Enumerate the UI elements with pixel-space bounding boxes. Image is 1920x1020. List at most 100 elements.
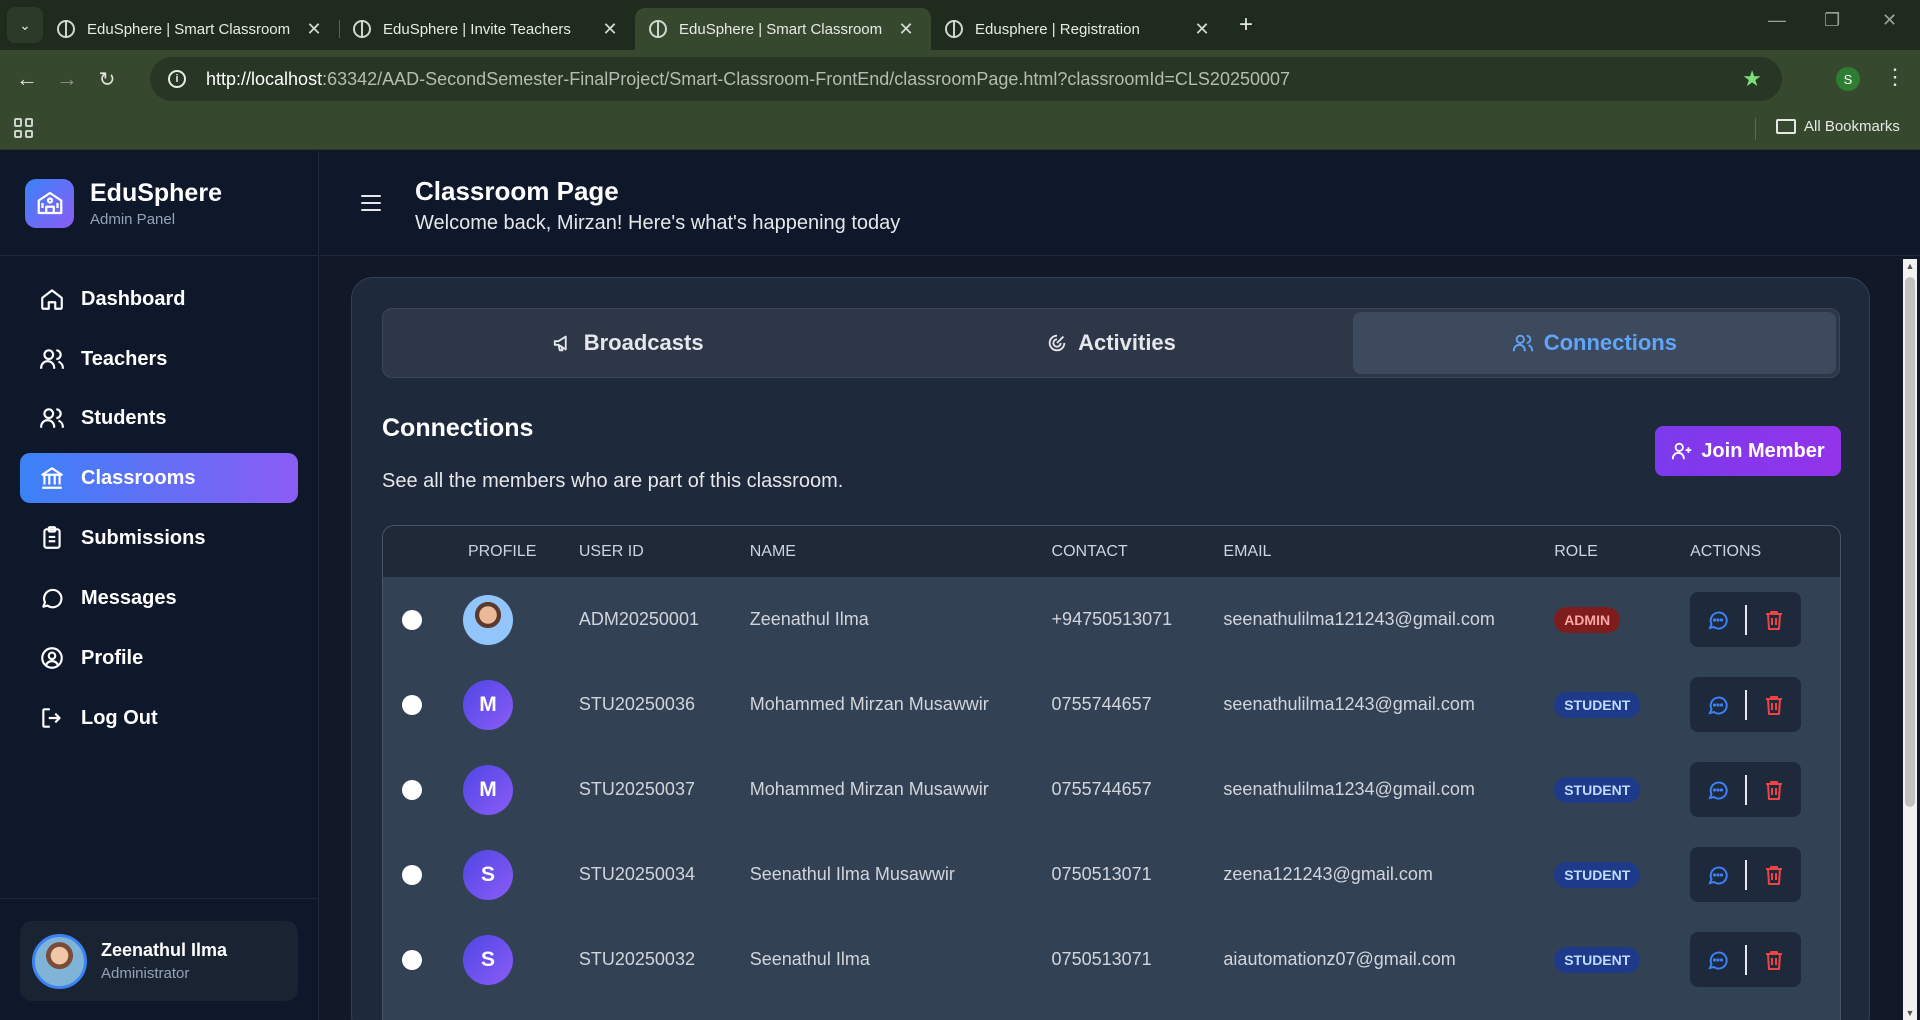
school-logo-icon <box>25 178 74 228</box>
contact-cell: 0755744657 <box>1051 694 1152 714</box>
apps-grid-icon[interactable] <box>14 118 34 138</box>
all-bookmarks-button[interactable]: All Bookmarks <box>1776 118 1900 135</box>
window-close-icon[interactable]: ✕ <box>1882 10 1897 31</box>
email-cell: seenathulilma121243@gmail.com <box>1223 609 1495 629</box>
folder-icon <box>1776 119 1796 134</box>
section-title: Connections <box>382 414 534 442</box>
join-member-button[interactable]: Join Member <box>1655 426 1841 476</box>
restore-icon[interactable]: ❐ <box>1824 10 1840 31</box>
site-info-icon[interactable]: i <box>168 70 186 88</box>
sidebar-item-submissions[interactable]: Submissions <box>20 513 298 563</box>
sidebar: EduSphere Admin Panel Dashboard Teachers… <box>0 151 319 1020</box>
members-table: PROFILE USER ID NAME CONTACT EMAIL ROLE … <box>382 525 1841 1020</box>
browser-tab-2[interactable]: EduSphere | Invite Teachers ✕ <box>339 8 635 50</box>
chat-icon[interactable] <box>1706 693 1730 717</box>
browser-tab-4[interactable]: Edusphere | Registration ✕ <box>931 8 1227 50</box>
row-actions <box>1690 762 1802 817</box>
avatar: S <box>462 934 513 985</box>
reload-icon[interactable]: ↻ <box>89 67 125 92</box>
role-badge: ADMIN <box>1554 606 1621 633</box>
browser-tab-3[interactable]: EduSphere | Smart Classroom ✕ <box>635 8 931 50</box>
topbar: Classroom Page Welcome back, Mirzan! Her… <box>320 151 1920 256</box>
column-header: NAME <box>749 542 796 560</box>
classroom-tabs: Broadcasts Activities Connections <box>382 308 1840 378</box>
table-body: ADM20250001 Zeenathul Ilma +94750513071 see… <box>383 577 1840 1002</box>
scrollbar-thumb[interactable] <box>1905 277 1915 807</box>
chat-icon[interactable] <box>1706 948 1730 972</box>
back-icon[interactable]: ← <box>9 66 45 92</box>
avatar: S <box>462 849 513 900</box>
megaphone-icon <box>553 335 567 352</box>
row-actions <box>1690 932 1802 987</box>
menu-toggle-icon[interactable] <box>361 195 381 211</box>
close-icon[interactable]: ✕ <box>895 19 917 40</box>
sidebar-item-classrooms[interactable]: Classrooms <box>20 453 298 503</box>
sidebar-item-label: Submissions <box>81 526 206 549</box>
chat-icon[interactable] <box>1706 608 1730 632</box>
email-cell: aiautomationz07@gmail.com <box>1223 949 1456 969</box>
trash-icon[interactable] <box>1762 948 1786 972</box>
sidebar-item-teachers[interactable]: Teachers <box>20 334 298 384</box>
close-icon[interactable]: ✕ <box>599 19 621 40</box>
sidebar-item-students[interactable]: Students <box>20 393 298 443</box>
bookmark-star-icon[interactable]: ★ <box>1742 66 1762 92</box>
sidebar-divider <box>0 898 319 899</box>
building-icon <box>41 467 63 489</box>
browser-tab-title: Edusphere | Registration <box>975 20 1140 38</box>
page-title: Classroom Page <box>415 176 619 206</box>
sidebar-item-dashboard[interactable]: Dashboard <box>20 274 298 324</box>
sidebar-item-logout[interactable]: Log Out <box>20 693 298 743</box>
column-header: USER ID <box>578 542 644 560</box>
contact-cell: +94750513071 <box>1051 609 1173 629</box>
sidebar-item-label: Classrooms <box>81 466 196 489</box>
browser-tab-title: EduSphere | Smart Classroom <box>87 20 291 38</box>
tab-connections[interactable]: Connections <box>1352 312 1836 374</box>
row-select-radio[interactable] <box>402 609 422 630</box>
row-select-radio[interactable] <box>402 949 422 970</box>
forward-icon[interactable]: → <box>49 66 85 92</box>
address-bar[interactable]: i http://localhost:63342/AAD-SecondSemes… <box>150 57 1782 101</box>
sidebar-item-label: Profile <box>81 646 144 669</box>
trash-icon[interactable] <box>1762 863 1786 887</box>
name-cell: Seenathul Ilma Musawwir <box>749 864 955 884</box>
tab-broadcasts[interactable]: Broadcasts <box>386 312 869 374</box>
browser-menu-icon[interactable]: ⋮ <box>1884 64 1906 90</box>
scroll-down-icon[interactable]: ▼ <box>1905 1008 1915 1018</box>
classroom-panel: Broadcasts Activities Connections Connec… <box>351 277 1870 1020</box>
current-user-card[interactable]: Zeenathul Ilma Administrator <box>20 921 298 1001</box>
browser-tab-1[interactable]: EduSphere | Smart Classroom ✕ <box>43 8 339 50</box>
sidebar-item-messages[interactable]: Messages <box>20 573 298 623</box>
globe-icon <box>945 20 963 38</box>
avatar: M <box>462 679 513 730</box>
bookmarks-divider <box>1755 118 1756 140</box>
tab-search-button[interactable]: ⌄ <box>7 7 43 43</box>
sidebar-item-profile[interactable]: Profile <box>20 633 298 683</box>
user-circle-icon <box>41 647 63 669</box>
sidebar-item-label: Students <box>81 406 167 429</box>
tab-activities[interactable]: Activities <box>869 312 1352 374</box>
row-select-radio[interactable] <box>402 779 422 800</box>
user-name: Zeenathul Ilma <box>101 940 228 960</box>
globe-icon <box>649 20 667 38</box>
scroll-up-icon[interactable]: ▲ <box>1905 261 1915 271</box>
page-scrollbar[interactable]: ▲ ▼ <box>1903 259 1917 1020</box>
close-icon[interactable]: ✕ <box>1191 19 1213 40</box>
chat-icon[interactable] <box>1706 778 1730 802</box>
user-id-cell: ADM20250001 <box>578 609 699 629</box>
tab-label: Broadcasts <box>583 330 704 355</box>
chat-icon[interactable] <box>1706 863 1730 887</box>
browser-profile-avatar[interactable]: S <box>1836 67 1860 91</box>
table-header: PROFILE USER ID NAME CONTACT EMAIL ROLE … <box>383 526 1840 577</box>
trash-icon[interactable] <box>1762 778 1786 802</box>
url-host: http://localhost <box>206 68 323 89</box>
new-tab-button[interactable]: + <box>1239 11 1253 39</box>
email-cell: seenathulilma1243@gmail.com <box>1223 694 1475 714</box>
brand: EduSphere Admin Panel <box>0 151 318 256</box>
column-header: ACTIONS <box>1690 542 1762 560</box>
minimize-icon[interactable]: — <box>1768 10 1786 31</box>
trash-icon[interactable] <box>1762 693 1786 717</box>
row-select-radio[interactable] <box>402 694 422 715</box>
close-icon[interactable]: ✕ <box>303 19 325 40</box>
trash-icon[interactable] <box>1762 608 1786 632</box>
row-select-radio[interactable] <box>402 864 422 885</box>
